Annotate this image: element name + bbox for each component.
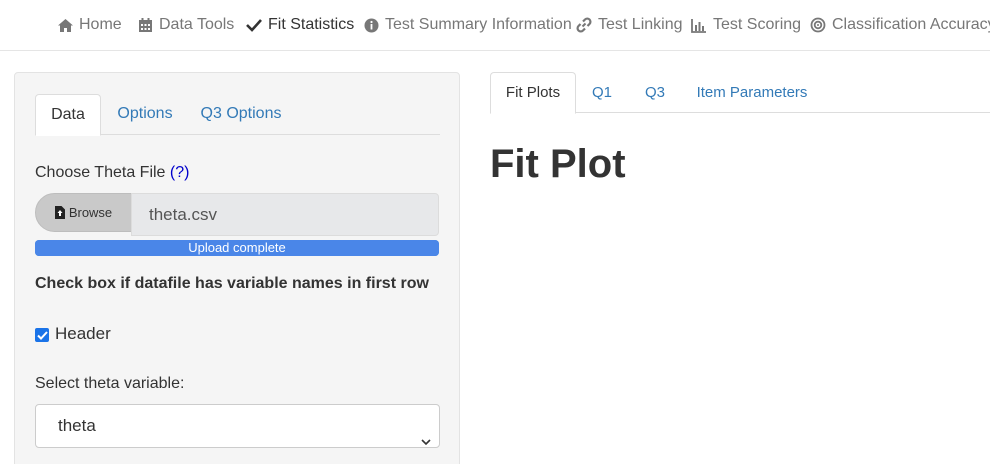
help-link[interactable]: (?): [170, 164, 190, 181]
tab-data[interactable]: Data: [35, 94, 101, 136]
page-title: Fit Plot: [490, 142, 626, 186]
nav-item-test-linking[interactable]: Test Linking: [575, 14, 683, 36]
header-checkbox-label[interactable]: Header: [55, 324, 111, 344]
nav-label: Home: [79, 16, 122, 33]
sidebar-panel: Data Options Q3 Options Choose Theta Fil…: [14, 72, 460, 464]
main-tabs: Fit Plots Q1 Q3 Item Parameters: [490, 72, 990, 114]
upload-progress-bar: Upload complete: [35, 240, 439, 256]
nav-label: Fit Statistics: [268, 16, 355, 33]
tab-options[interactable]: Options: [107, 94, 183, 135]
nav-item-fit-statistics[interactable]: Fit Statistics: [245, 14, 354, 36]
nav-item-home[interactable]: Home: [56, 14, 122, 36]
sidebar-tabs: Data Options Q3 Options: [35, 94, 440, 136]
nav-label: Test Scoring: [713, 16, 802, 33]
info-circle-icon: [362, 16, 380, 34]
header-question-label: Check box if datafile has variable names…: [35, 275, 429, 292]
nav-label: Data Tools: [159, 16, 235, 33]
browse-label: Browse: [68, 205, 113, 220]
top-navbar: Home Data Tools Fit Statistics Test Summ…: [0, 0, 990, 51]
theta-select-label: Select theta variable:: [35, 375, 185, 392]
progress-text: Upload complete: [188, 240, 286, 255]
nav-label: Test Linking: [598, 16, 683, 33]
tab-q3-options[interactable]: Q3 Options: [193, 94, 289, 135]
select-value: theta: [58, 416, 96, 435]
header-checkbox[interactable]: [35, 328, 49, 342]
tab-q1[interactable]: Q1: [582, 72, 622, 113]
file-name-field[interactable]: theta.csv: [131, 193, 439, 236]
chevron-down-icon: [421, 420, 431, 462]
nav-label: Test Summary Information: [385, 16, 572, 33]
file-input: Browse theta.csv: [35, 193, 439, 236]
nav-item-test-summary-information[interactable]: Test Summary Information: [362, 14, 572, 36]
nav-item-data-tools[interactable]: Data Tools: [136, 14, 234, 36]
calendar-icon: [136, 16, 154, 34]
theta-file-label: Choose Theta File (?): [35, 164, 189, 182]
nav-item-classification-accuracy[interactable]: Classification Accuracy: [809, 14, 990, 36]
nav-item-test-scoring[interactable]: Test Scoring: [690, 14, 801, 36]
tab-item-parameters[interactable]: Item Parameters: [690, 72, 814, 113]
theta-file-label-text: Choose Theta File: [35, 164, 166, 181]
tab-fit-plots[interactable]: Fit Plots: [490, 72, 576, 114]
theta-variable-select[interactable]: theta: [35, 404, 440, 448]
target-icon: [809, 16, 827, 34]
home-icon: [56, 16, 74, 34]
nav-label: Classification Accuracy: [832, 16, 990, 33]
file-upload-icon: [54, 206, 65, 219]
check-icon: [245, 16, 263, 34]
tab-q3[interactable]: Q3: [635, 72, 675, 113]
checkmark-icon: [36, 330, 48, 340]
link-icon: [575, 16, 593, 34]
bar-chart-icon: [690, 16, 708, 34]
browse-button[interactable]: Browse: [35, 193, 132, 232]
